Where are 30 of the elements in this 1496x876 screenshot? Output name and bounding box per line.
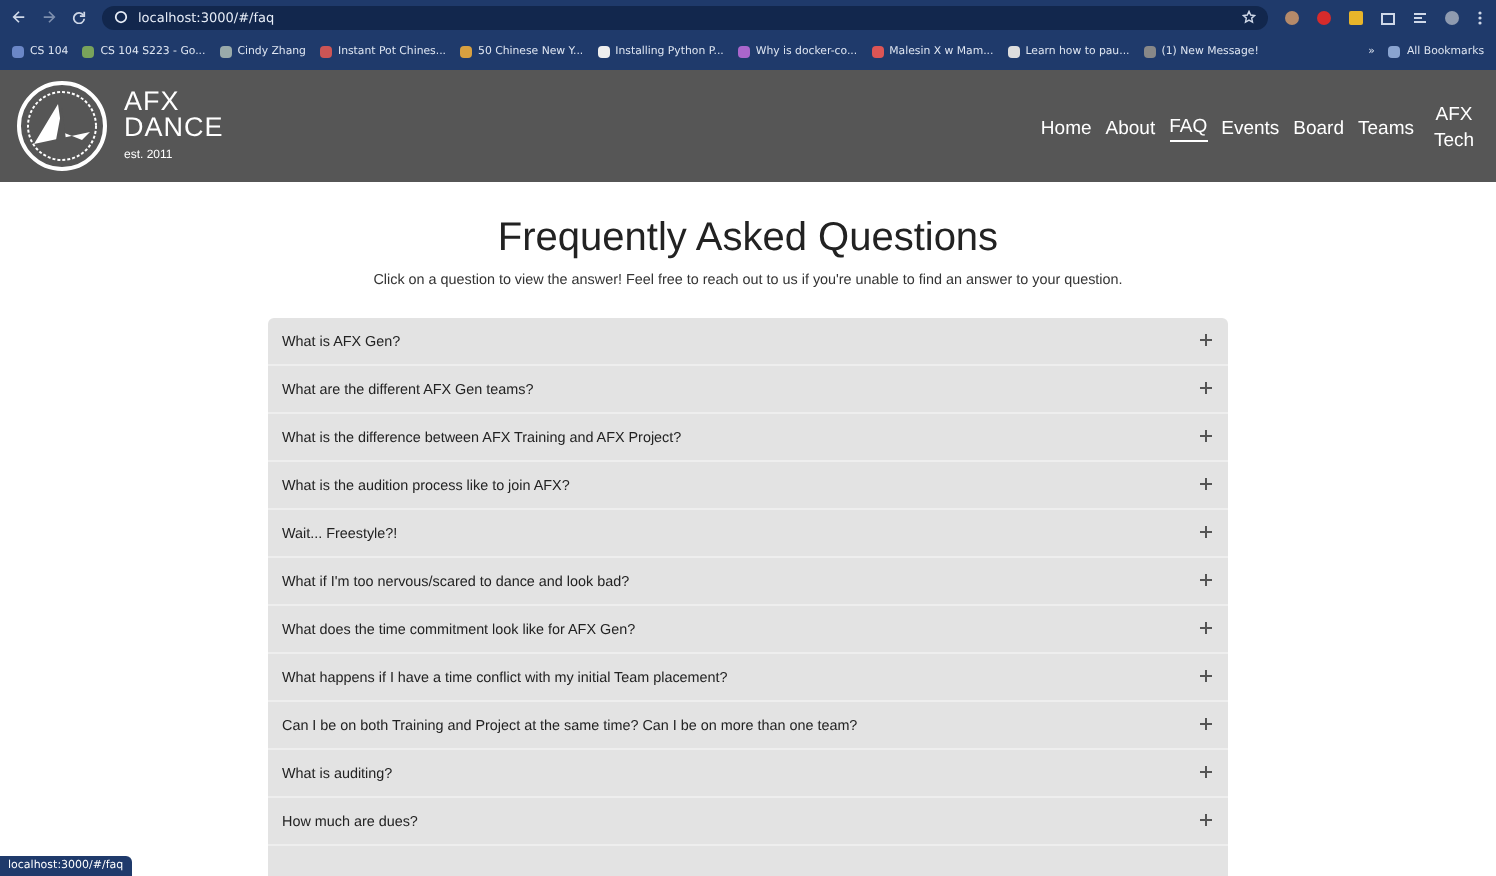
expand-icon[interactable] <box>1198 620 1214 638</box>
nav-link[interactable]: Teams <box>1358 115 1414 141</box>
nav-link[interactable]: FAQ <box>1169 114 1208 142</box>
logo-text: DANCE <box>124 114 224 140</box>
expand-icon[interactable] <box>1198 332 1214 350</box>
expand-icon[interactable] <box>1198 428 1214 446</box>
avatar-icon[interactable] <box>1444 9 1460 25</box>
expand-icon[interactable] <box>1198 524 1214 542</box>
page-title: Frequently Asked Questions <box>495 214 1001 262</box>
nav-link[interactable]: Board <box>1293 115 1345 141</box>
menu-icon[interactable] <box>1476 9 1484 25</box>
expand-icon[interactable] <box>1198 716 1214 734</box>
expand-icon[interactable] <box>1198 476 1214 494</box>
nav-link[interactable]: Home <box>1040 115 1092 141</box>
forward-icon[interactable] <box>42 10 56 24</box>
logo-text: AFX <box>124 88 182 114</box>
back-icon[interactable] <box>12 10 26 24</box>
nav-link[interactable]: AFX Tech <box>1428 100 1480 156</box>
expand-icon[interactable] <box>1198 764 1214 782</box>
site-info-icon[interactable] <box>114 10 128 24</box>
expand-icon[interactable] <box>1198 572 1214 590</box>
logo-icon[interactable] <box>16 80 108 172</box>
expand-icon[interactable] <box>1198 380 1214 398</box>
nav-link[interactable]: Events <box>1221 115 1280 141</box>
expand-icon[interactable] <box>1198 668 1214 686</box>
reload-icon[interactable] <box>72 10 86 24</box>
side-panel-icon[interactable] <box>1412 9 1428 25</box>
expand-icon[interactable] <box>1198 812 1214 830</box>
star-icon[interactable] <box>1242 10 1256 24</box>
nav-link[interactable]: About <box>1105 115 1156 141</box>
